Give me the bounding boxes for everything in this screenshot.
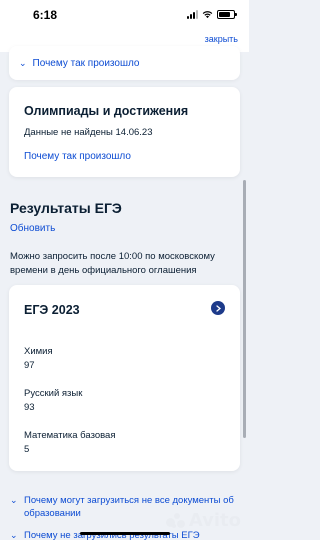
why-link-previous[interactable]: ⌄ Почему так произошло <box>19 58 140 69</box>
subject-name: Русский язык <box>24 388 83 399</box>
battery-icon <box>217 10 237 19</box>
status-time: 6:18 <box>33 8 58 22</box>
chevron-down-icon: ⌄ <box>10 495 18 505</box>
status-icons <box>187 10 237 19</box>
ege-card-title: ЕГЭ 2023 <box>24 303 80 317</box>
subject-score: 97 <box>24 360 35 371</box>
why-link-olympiads[interactable]: Почему так произошло <box>24 151 131 162</box>
home-indicator <box>80 532 170 535</box>
close-button[interactable]: закрыть <box>205 34 238 44</box>
ege-section-title: Результаты ЕГЭ <box>10 200 122 216</box>
olympiads-status: Данные не найдены 14.06.23 <box>24 127 153 138</box>
cellular-signal-icon <box>187 10 198 19</box>
avito-logo-icon <box>165 512 186 529</box>
chevron-right-icon <box>215 304 221 312</box>
avito-watermark: Avito <box>165 510 241 531</box>
status-bar: 6:18 <box>0 0 249 30</box>
subject-name: Химия <box>24 346 53 357</box>
avito-watermark-text: Avito <box>188 510 241 531</box>
ege-info-text: Можно запросить после 10:00 по московско… <box>10 251 215 276</box>
chevron-down-icon: ⌄ <box>10 530 18 540</box>
scrollbar[interactable] <box>243 180 246 438</box>
subject-name: Математика базовая <box>24 430 116 441</box>
why-link-label: Почему так произошло <box>24 151 131 162</box>
subject-score: 5 <box>24 444 30 455</box>
olympiads-title: Олимпиады и достижения <box>24 104 189 118</box>
why-link-label: Почему так произошло <box>32 58 140 69</box>
wifi-icon <box>202 11 213 19</box>
ege-card[interactable]: ЕГЭ 2023 Химия 97 Русский язык 93 Матема… <box>9 285 240 471</box>
chevron-down-icon: ⌄ <box>19 58 27 68</box>
olympiads-card: Олимпиады и достижения Данные не найдены… <box>9 87 240 177</box>
previous-card: ⌄ Почему так произошло <box>9 46 240 80</box>
subject-score: 93 <box>24 402 35 413</box>
refresh-button[interactable]: Обновить <box>10 223 55 234</box>
expand-button[interactable] <box>211 301 225 315</box>
